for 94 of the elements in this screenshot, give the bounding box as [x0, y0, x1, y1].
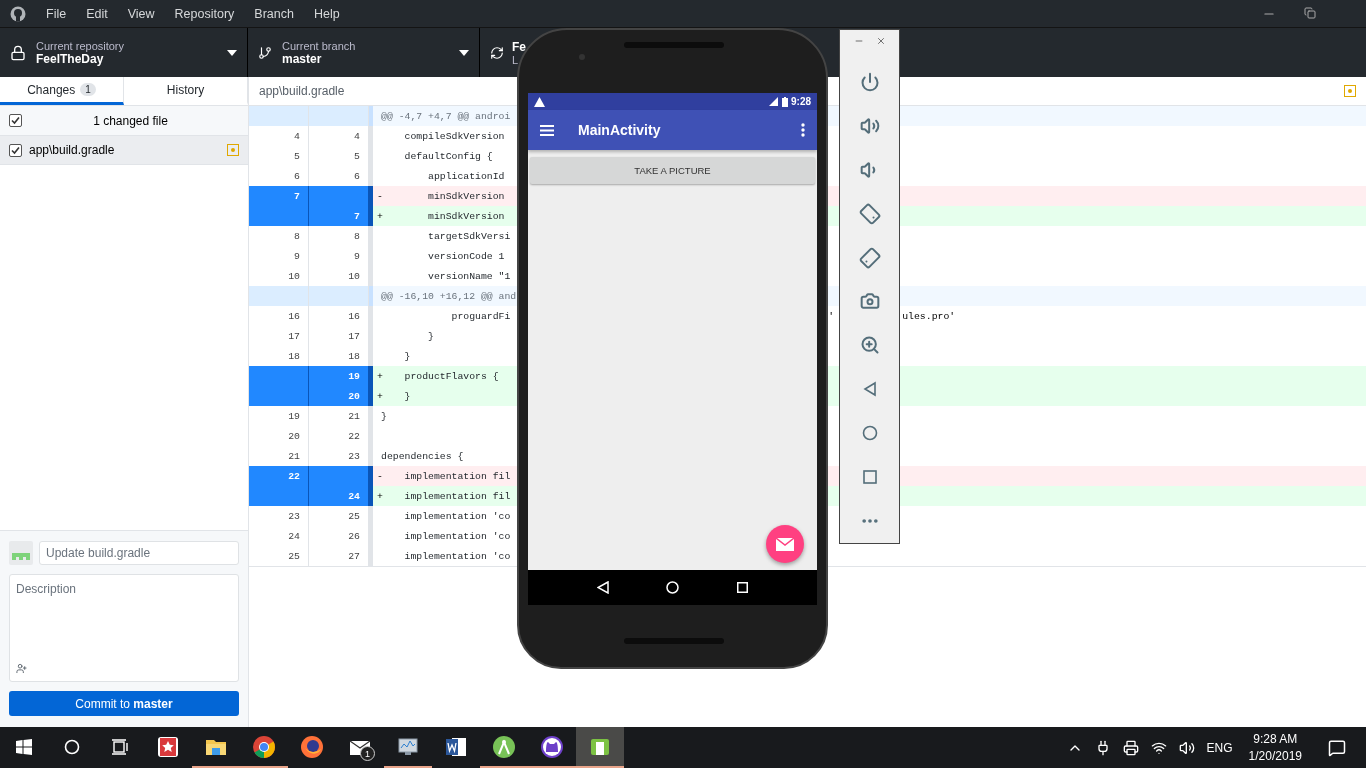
code-line: }	[427, 329, 434, 344]
code-line: implementation 'co	[403, 529, 511, 544]
caret-down-icon	[227, 49, 237, 56]
repository-label: Current repository	[36, 39, 126, 52]
count-badge: 1	[80, 83, 96, 96]
code-line: }	[381, 409, 387, 424]
taskbar-app[interactable]: 1	[336, 727, 384, 768]
code-line: versionName "1	[427, 269, 511, 284]
menu-item[interactable]: View	[117, 6, 165, 21]
line-number[interactable]: 25	[249, 546, 309, 566]
overview-icon[interactable]	[737, 582, 749, 593]
summary-field[interactable]: Update build.gradle	[39, 541, 239, 565]
code-line: }	[403, 349, 411, 364]
diff-marker: +	[377, 370, 383, 382]
status-time: 9:28	[791, 96, 811, 107]
notifications-icon[interactable]	[1328, 738, 1346, 757]
language-indicator[interactable]: ENG	[1206, 740, 1233, 755]
fetch-label: Fe	[512, 39, 526, 54]
code-fragment: '	[828, 309, 835, 324]
lock-icon	[10, 44, 26, 61]
code-line: minSdkVersion	[427, 189, 505, 204]
restore-icon[interactable]	[1304, 6, 1316, 19]
description-field[interactable]: Description	[9, 574, 239, 682]
take-picture-button[interactable]: TAKE A PICTURE	[530, 157, 815, 184]
branch-icon	[258, 45, 272, 60]
task-view-icon	[111, 738, 129, 755]
commit-button[interactable]: Commit to master	[9, 691, 239, 716]
volume-icon[interactable]	[1178, 739, 1195, 756]
code-line: implementation 'co	[403, 509, 511, 524]
menu-item[interactable]: File	[36, 6, 77, 21]
windows-logo-icon	[16, 738, 32, 755]
modified-icon	[227, 144, 239, 156]
home-icon[interactable]	[666, 581, 680, 594]
compass-icon	[492, 734, 516, 759]
branch-label: Current branch	[282, 39, 357, 52]
code-line: minSdkVersion	[427, 209, 505, 224]
diff-marker: +	[377, 210, 383, 222]
logo-icon	[10, 5, 26, 22]
menu-icon[interactable]	[540, 124, 554, 136]
search-icon	[64, 738, 80, 755]
code-line: compileSdkVersion	[403, 129, 505, 144]
diff-marker: -	[377, 190, 383, 202]
clock-date[interactable]: 1/20/2019	[1248, 749, 1302, 763]
hunk-header: @@ -16,10 +16,12 @@ and	[381, 289, 517, 304]
code-line: implementation fil	[403, 489, 511, 504]
code-line: proguardFi	[450, 309, 511, 324]
modified-icon	[1344, 85, 1356, 97]
fetch-status: L	[512, 53, 520, 66]
diff-marker: +	[377, 490, 383, 502]
code-line: defaultConfig {	[403, 149, 493, 164]
close-icon[interactable]	[875, 36, 886, 46]
tab[interactable]: History	[124, 77, 248, 105]
code-line: implementation 'co	[403, 549, 511, 564]
battery-icon	[782, 96, 788, 107]
checkbox[interactable]	[9, 114, 22, 127]
overflow-menu-icon[interactable]	[801, 123, 805, 137]
code-line: versionCode 1	[427, 249, 505, 264]
sync-icon	[490, 45, 504, 60]
code-line: dependencies {	[381, 449, 464, 464]
file-path: app\build.gradle	[259, 84, 345, 98]
printer-icon[interactable]	[1122, 739, 1139, 756]
chrome-icon	[252, 734, 276, 759]
avatar-icon	[9, 541, 33, 565]
menu-item[interactable]: Edit	[76, 6, 118, 21]
back-icon[interactable]	[596, 581, 609, 594]
notification-badge: 1	[360, 746, 375, 761]
clock-time[interactable]: 9:28 AM	[1253, 732, 1298, 746]
app-title: MainActivity	[578, 122, 662, 138]
code-line: }	[403, 389, 411, 404]
menu-item[interactable]: Help	[303, 6, 350, 21]
caret-down-icon	[459, 49, 469, 56]
mail-icon	[776, 537, 794, 551]
repository-name: FeelTheDay	[36, 51, 104, 66]
diff-marker: -	[377, 470, 383, 482]
code-line: applicationId	[427, 169, 505, 184]
changed-file-row[interactable]: app\build.gradle	[0, 136, 248, 165]
menu-item[interactable]: Branch	[244, 6, 304, 21]
changed-files-summary: 1 changed file	[92, 113, 169, 128]
code-line: implementation fil	[403, 469, 511, 484]
code-fragment: ules.pro'	[902, 309, 956, 324]
repository-selector[interactable]: Current repository FeelTheDay	[0, 28, 248, 77]
checkbox[interactable]	[9, 143, 22, 157]
code-line: productFlavors {	[403, 369, 499, 384]
menu-item[interactable]: Repository	[164, 6, 245, 21]
diff-marker: +	[377, 390, 383, 402]
code-line: targetSdkVersi	[427, 229, 511, 244]
file-path: app\build.gradle	[29, 143, 115, 157]
hunk-header: @@ -4,7 +4,7 @@ androi	[381, 109, 511, 124]
branch-name: master	[282, 51, 323, 66]
fab-button[interactable]	[766, 525, 804, 563]
firefox-icon	[300, 734, 324, 759]
add-coauthor-icon[interactable]	[16, 663, 27, 674]
branch-selector[interactable]: Current branch master	[248, 28, 480, 77]
taskbar-app[interactable]	[576, 727, 624, 768]
